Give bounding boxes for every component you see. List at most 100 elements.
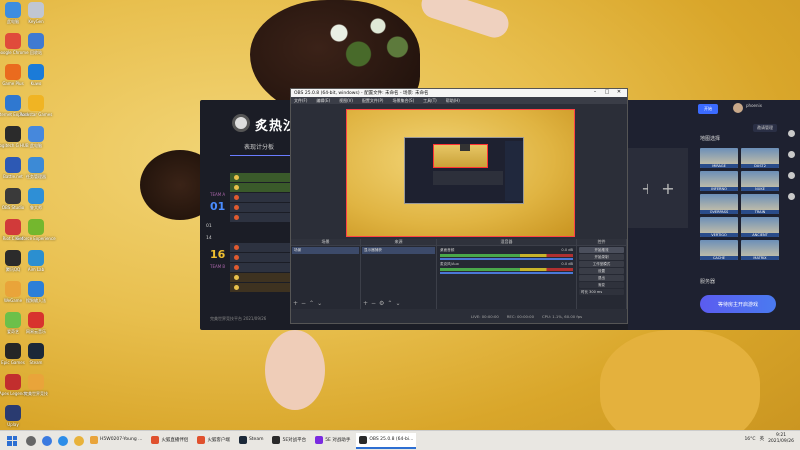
obs-menu-item[interactable]: 帮助(H) <box>446 98 460 104</box>
map-name: MIRAGE <box>700 164 738 168</box>
studio-mode-button[interactable]: 工作室模式 <box>579 261 624 267</box>
start-recording-button[interactable]: 开始录制 <box>579 254 624 260</box>
edge-icon[interactable] <box>58 435 68 446</box>
map-card[interactable]: TRAIN <box>741 194 779 214</box>
mixer-desktop-audio[interactable]: 桌面音频 0.0 dB <box>440 248 573 260</box>
mid-score-a: 01 <box>206 224 212 229</box>
desktop-icon[interactable]: 网易云音乐 <box>24 312 48 342</box>
wait-start-button[interactable]: 等待房主开启游戏 <box>700 295 776 313</box>
obs-preview[interactable] <box>346 109 575 237</box>
taskbar-task[interactable]: 火狐客户端 <box>194 433 233 449</box>
app-icon <box>28 219 44 235</box>
map-card[interactable]: CACHE <box>700 240 738 260</box>
server-label[interactable]: 服务器 <box>700 278 715 285</box>
obs-title: OBS 25.0.8 (64-bit, windows) - 配置文件: 未命名… <box>294 91 429 96</box>
desktop-icon[interactable]: 此电脑 <box>1 2 25 32</box>
explorer-icon[interactable] <box>74 435 84 446</box>
map-card[interactable]: ANCIENT <box>741 217 779 237</box>
desktop-icon[interactable]: 腾讯QQ <box>1 250 25 280</box>
settings-button[interactable]: 设置 <box>579 268 624 274</box>
desktop-icon[interactable]: Apex Legends <box>0 374 27 404</box>
map-card[interactable]: INFERNO <box>700 171 738 191</box>
exit-button[interactable]: 退出 <box>579 275 624 281</box>
map-card[interactable]: DUST2 <box>741 148 779 168</box>
weather-temp[interactable]: 16°C <box>744 437 755 442</box>
desktop-icon[interactable]: KeyGen <box>24 2 48 32</box>
scene-item[interactable]: 场景 <box>292 247 359 254</box>
desktop-icon[interactable]: 搜狗输入法 <box>24 281 48 311</box>
ime-indicator[interactable]: 英 <box>760 436 765 442</box>
map-card[interactable]: VERTIGO <box>700 217 738 237</box>
mixer-mic[interactable]: 麦克风/Aux 0.0 dB <box>440 262 573 274</box>
notify-icon[interactable] <box>788 193 795 200</box>
sources-toolbar[interactable]: +−⚙⌃⌄ <box>363 300 404 307</box>
manage-button[interactable]: 邀请管理 <box>753 124 777 132</box>
search-icon[interactable] <box>26 435 36 446</box>
desktop-icon[interactable]: Rockstar Games <box>20 95 52 125</box>
desktop-icon[interactable]: Epic Games <box>1 343 25 373</box>
desktop-icon[interactable]: Riot Client <box>1 219 25 249</box>
taskbar-task[interactable]: Steam <box>236 433 267 449</box>
map-name: CACHE <box>700 256 738 260</box>
map-card[interactable]: OVERPASS <box>700 194 738 214</box>
close-icon[interactable]: ✕ <box>613 89 625 95</box>
obs-menu-item[interactable]: 工具(T) <box>423 98 437 104</box>
desktop-icon[interactable]: 回收站 <box>24 33 48 63</box>
taskbar-task[interactable]: H5W0207-Young ... <box>87 433 145 449</box>
obs-menu-item[interactable]: 编辑(E) <box>316 98 330 104</box>
app-icon <box>5 374 21 390</box>
desktop-icon[interactable]: Logitech G HUB <box>0 126 29 156</box>
source-item[interactable]: 显示器捕获 <box>362 247 435 254</box>
desktop-icon[interactable]: Internet Explorer <box>0 95 30 125</box>
desktop-icon[interactable]: Game Plus <box>1 64 25 94</box>
chat-icon[interactable] <box>788 172 795 179</box>
desktop-icon[interactable]: OBS Studio <box>1 188 25 218</box>
transition-duration[interactable]: 时长 300 ms <box>579 289 624 295</box>
minimize-icon[interactable]: – <box>589 89 601 95</box>
tab-scoreboard[interactable]: 表现计分板 <box>230 142 290 156</box>
desktop-icon[interactable]: 此电脑 <box>24 126 48 156</box>
add-player-slot-2[interactable]: + <box>648 148 688 228</box>
friends-icon[interactable] <box>788 151 795 158</box>
clock[interactable]: 9:21 2021/09/26 <box>768 433 794 445</box>
taskbar-task[interactable]: 5E对战平台 <box>269 433 309 449</box>
maximize-icon[interactable]: □ <box>601 89 613 95</box>
volume-slider[interactable] <box>440 272 573 274</box>
nested-docks <box>433 171 503 185</box>
transition-mode[interactable]: 渐变 <box>579 282 624 288</box>
desktop-icon[interactable]: Aim Lab <box>24 250 48 280</box>
desktop-icon[interactable]: Battle.net <box>1 157 25 187</box>
desktop-icon[interactable]: 任务管理器 <box>24 157 48 187</box>
map-card[interactable]: MIRAGE <box>700 148 738 168</box>
desktop-icon[interactable]: Google Chrome <box>0 33 29 63</box>
desktop-icon[interactable]: 完美世界竞技 <box>24 374 48 404</box>
task-label: 火狐客户端 <box>207 437 230 443</box>
start-streaming-button[interactable]: 开始推流 <box>579 247 624 253</box>
desktop-icon[interactable]: Geforce Experience <box>16 219 56 249</box>
desktop-icon[interactable]: WeGame <box>1 281 25 311</box>
obs-menu-item[interactable]: 场景集合(S) <box>392 98 414 104</box>
desktop-icon[interactable]: Steam <box>24 343 48 373</box>
taskbar-task[interactable]: OBS 25.0.8 (64-bi... <box>356 432 417 449</box>
obs-menu-item[interactable]: 视图(V) <box>339 98 353 104</box>
volume-slider[interactable] <box>440 258 573 260</box>
preview-margin-right <box>577 109 627 237</box>
taskbar-task[interactable]: 5E 对战助手 <box>312 433 353 449</box>
obs-titlebar[interactable]: OBS 25.0.8 (64-bit, windows) - 配置文件: 未命名… <box>291 89 627 97</box>
top-start-button[interactable]: 开始 <box>698 104 718 114</box>
desktop-icon[interactable]: 爱奇艺 <box>1 312 25 342</box>
scenes-toolbar[interactable]: +−⌃⌄ <box>293 300 325 307</box>
windows-start-icon[interactable] <box>4 433 20 449</box>
task-view-icon[interactable] <box>42 435 52 446</box>
obs-menu-item[interactable]: 文件(F) <box>294 98 307 104</box>
settings-icon[interactable] <box>788 130 795 137</box>
taskbar-task[interactable]: 火狐直播伴侣 <box>148 433 191 449</box>
obs-window[interactable]: OBS 25.0.8 (64-bit, windows) - 配置文件: 未命名… <box>290 88 628 324</box>
map-card[interactable]: NUKE <box>741 171 779 191</box>
desktop-icon[interactable]: 鲁大师 <box>24 188 48 218</box>
avatar[interactable] <box>733 103 743 113</box>
desktop-icon[interactable]: Kuwo <box>24 64 48 94</box>
map-card[interactable]: MATRIX <box>741 240 779 260</box>
desktop-icon-label: Steam <box>29 360 43 365</box>
obs-menu-item[interactable]: 配置文件(P) <box>362 98 384 104</box>
